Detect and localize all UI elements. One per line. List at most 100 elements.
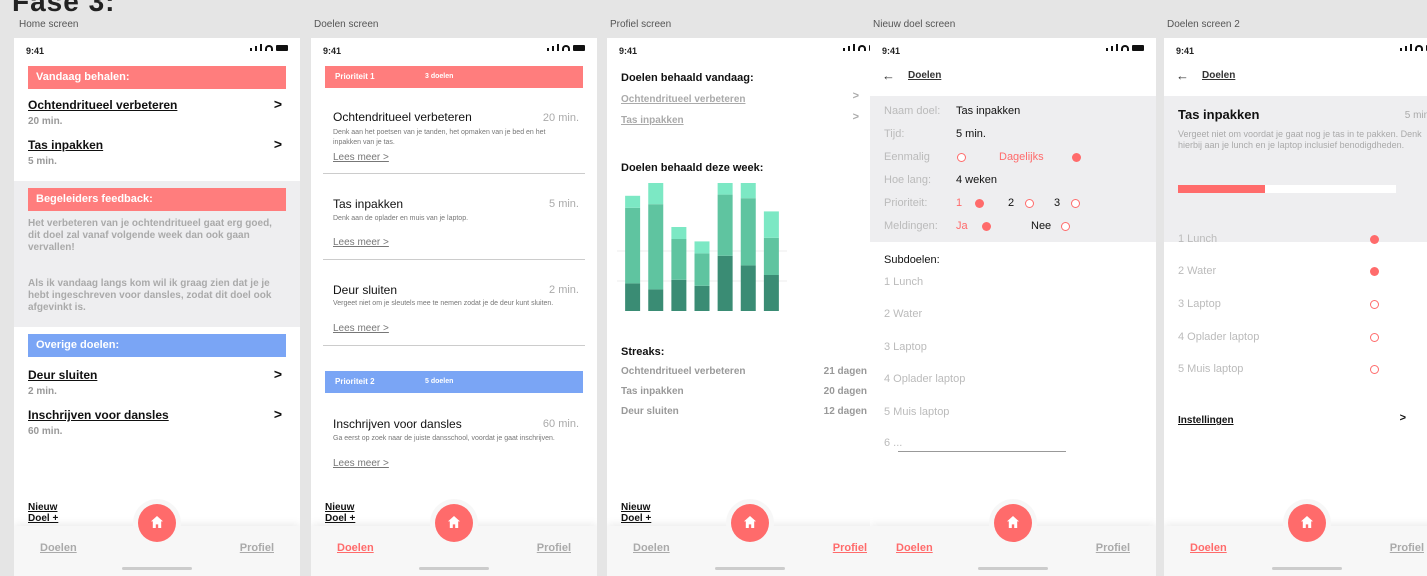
- subgoal-item[interactable]: 4 Oplader laptop: [884, 373, 965, 385]
- new-goal-link[interactable]: Nieuw Doel +: [325, 502, 355, 524]
- settings-link[interactable]: Instellingen: [1178, 415, 1234, 426]
- subgoal-item[interactable]: 3 Laptop: [884, 341, 927, 353]
- subgoal-item: 2 Water: [1178, 265, 1217, 277]
- yes-radio[interactable]: [982, 222, 991, 231]
- back-link[interactable]: Doelen: [908, 70, 941, 81]
- home-indicator: [122, 567, 192, 570]
- chevron-right-icon[interactable]: >: [274, 96, 282, 112]
- subgoal-checkbox[interactable]: [1370, 333, 1379, 342]
- nav-profiel[interactable]: Profiel: [1390, 542, 1424, 554]
- frame-label-profiel: Profiel screen: [610, 19, 672, 30]
- nav-profiel[interactable]: Profiel: [1096, 542, 1130, 554]
- chart-bar-segment: [671, 279, 687, 311]
- priority-1-header: Prioriteit 1 3 doelen: [325, 66, 583, 88]
- battery-icon: [573, 45, 585, 51]
- bottom-nav: Doelen Profiel: [311, 504, 597, 576]
- priority-2-radio[interactable]: [1025, 199, 1034, 208]
- other-item-0[interactable]: Deur sluiten: [28, 368, 97, 382]
- streak-days: 12 dagen: [823, 406, 867, 417]
- nav-doelen[interactable]: Doelen: [40, 542, 77, 554]
- chart-bar-segment: [625, 195, 641, 208]
- subgoal-item[interactable]: 5 Muis laptop: [884, 406, 949, 418]
- nav-doelen[interactable]: Doelen: [633, 542, 670, 554]
- card-title[interactable]: Deur sluiten: [333, 283, 397, 297]
- nav-profiel[interactable]: Profiel: [537, 542, 571, 554]
- card-time: 60 min.: [542, 418, 579, 430]
- today-item-0[interactable]: Ochtendritueel verbeteren: [28, 98, 177, 112]
- subgoal-checkbox[interactable]: [1370, 365, 1379, 374]
- back-arrow-icon[interactable]: ←: [1176, 68, 1189, 83]
- priority-3-label: 3: [1054, 197, 1061, 209]
- nav-profiel[interactable]: Profiel: [833, 542, 867, 554]
- nav-doelen[interactable]: Doelen: [896, 542, 933, 554]
- chevron-right-icon[interactable]: >: [274, 406, 282, 422]
- chevron-right-icon[interactable]: >: [853, 111, 859, 123]
- daily-radio[interactable]: [1072, 153, 1081, 162]
- other-item-1[interactable]: Inschrijven voor dansles: [28, 408, 169, 422]
- status-bar: 9:41: [14, 38, 300, 60]
- today-goal-0[interactable]: Ochtendritueel verbeteren: [621, 94, 745, 105]
- priority-3-radio[interactable]: [1071, 199, 1080, 208]
- chevron-right-icon[interactable]: >: [274, 366, 282, 382]
- duration-field[interactable]: 4 weken: [956, 174, 997, 186]
- back-arrow-icon[interactable]: ←: [882, 68, 895, 83]
- home-button[interactable]: [731, 504, 769, 542]
- subgoal-checkbox[interactable]: [1370, 235, 1379, 244]
- priority-1-radio[interactable]: [975, 199, 984, 208]
- time-label: Tijd:: [884, 128, 905, 140]
- priority-label: Prioriteit:: [884, 197, 928, 209]
- divider: [323, 259, 585, 260]
- bottom-nav: Doelen Profiel: [1164, 504, 1427, 576]
- today-title: Doelen behaald vandaag:: [621, 72, 754, 84]
- nav-doelen[interactable]: Doelen: [337, 542, 374, 554]
- new-goal-link[interactable]: Nieuw Doel +: [28, 502, 58, 524]
- feedback-text-1: Het verbeteren van je ochtendritueel gaa…: [28, 218, 272, 253]
- read-more-link[interactable]: Lees meer >: [333, 458, 389, 469]
- home-button[interactable]: [1288, 504, 1326, 542]
- no-radio[interactable]: [1061, 222, 1070, 231]
- subgoal-item[interactable]: 2 Water: [884, 308, 922, 320]
- card-title[interactable]: Inschrijven voor dansles: [333, 417, 462, 431]
- chevron-right-icon[interactable]: >: [1400, 412, 1406, 424]
- priority-2-label: Prioriteit 2: [335, 377, 375, 386]
- subgoal-item[interactable]: 1 Lunch: [884, 276, 923, 288]
- chevron-right-icon[interactable]: >: [274, 136, 282, 152]
- duration-label: Hoe lang:: [884, 174, 932, 186]
- once-radio[interactable]: [957, 153, 966, 162]
- frame-label-home: Home screen: [19, 19, 79, 30]
- home-button[interactable]: [994, 504, 1032, 542]
- signal-icons: [250, 44, 288, 51]
- home-button[interactable]: [435, 504, 473, 542]
- chart-bar-segment: [763, 211, 779, 238]
- read-more-link[interactable]: Lees meer >: [333, 152, 389, 163]
- chevron-right-icon[interactable]: >: [853, 90, 859, 102]
- wifi-icon: [562, 45, 570, 51]
- subgoal-checkbox[interactable]: [1370, 267, 1379, 276]
- home-button[interactable]: [138, 504, 176, 542]
- card-desc: Ga eerst op zoek naar de juiste dansscho…: [333, 435, 555, 442]
- nav-profiel[interactable]: Profiel: [240, 542, 274, 554]
- signal-icons: [1106, 44, 1144, 51]
- new-goal-link[interactable]: Nieuw Doel +: [621, 502, 651, 524]
- status-time: 9:41: [619, 46, 638, 56]
- card-title[interactable]: Ochtendritueel verbeteren: [333, 110, 472, 124]
- back-link[interactable]: Doelen: [1202, 70, 1235, 81]
- subgoals-title: Subdoelen:: [884, 254, 940, 266]
- nav-doelen[interactable]: Doelen: [1190, 542, 1227, 554]
- today-goal-1[interactable]: Tas inpakken: [621, 115, 684, 126]
- subgoal-checkbox[interactable]: [1370, 300, 1379, 309]
- read-more-link[interactable]: Lees meer >: [333, 323, 389, 334]
- name-field[interactable]: Tas inpakken: [956, 105, 1020, 117]
- subgoal-item: 3 Laptop: [1178, 298, 1221, 310]
- wifi-icon: [1121, 45, 1129, 51]
- subgoal-new-input[interactable]: 6 ...: [884, 437, 902, 449]
- read-more-link[interactable]: Lees meer >: [333, 237, 389, 248]
- chart-bar-segment: [694, 253, 710, 286]
- today-item-1[interactable]: Tas inpakken: [28, 138, 103, 152]
- priority-1-label: Prioriteit 1: [335, 72, 375, 81]
- time-field[interactable]: 5 min.: [956, 128, 986, 140]
- streak-days: 21 dagen: [823, 366, 867, 377]
- subgoal-item: 5 Muis laptop: [1178, 363, 1244, 375]
- doelen-screen: 9:41 Prioriteit 1 3 doelen Ochtendritueel…: [311, 38, 597, 576]
- card-title[interactable]: Tas inpakken: [333, 197, 403, 211]
